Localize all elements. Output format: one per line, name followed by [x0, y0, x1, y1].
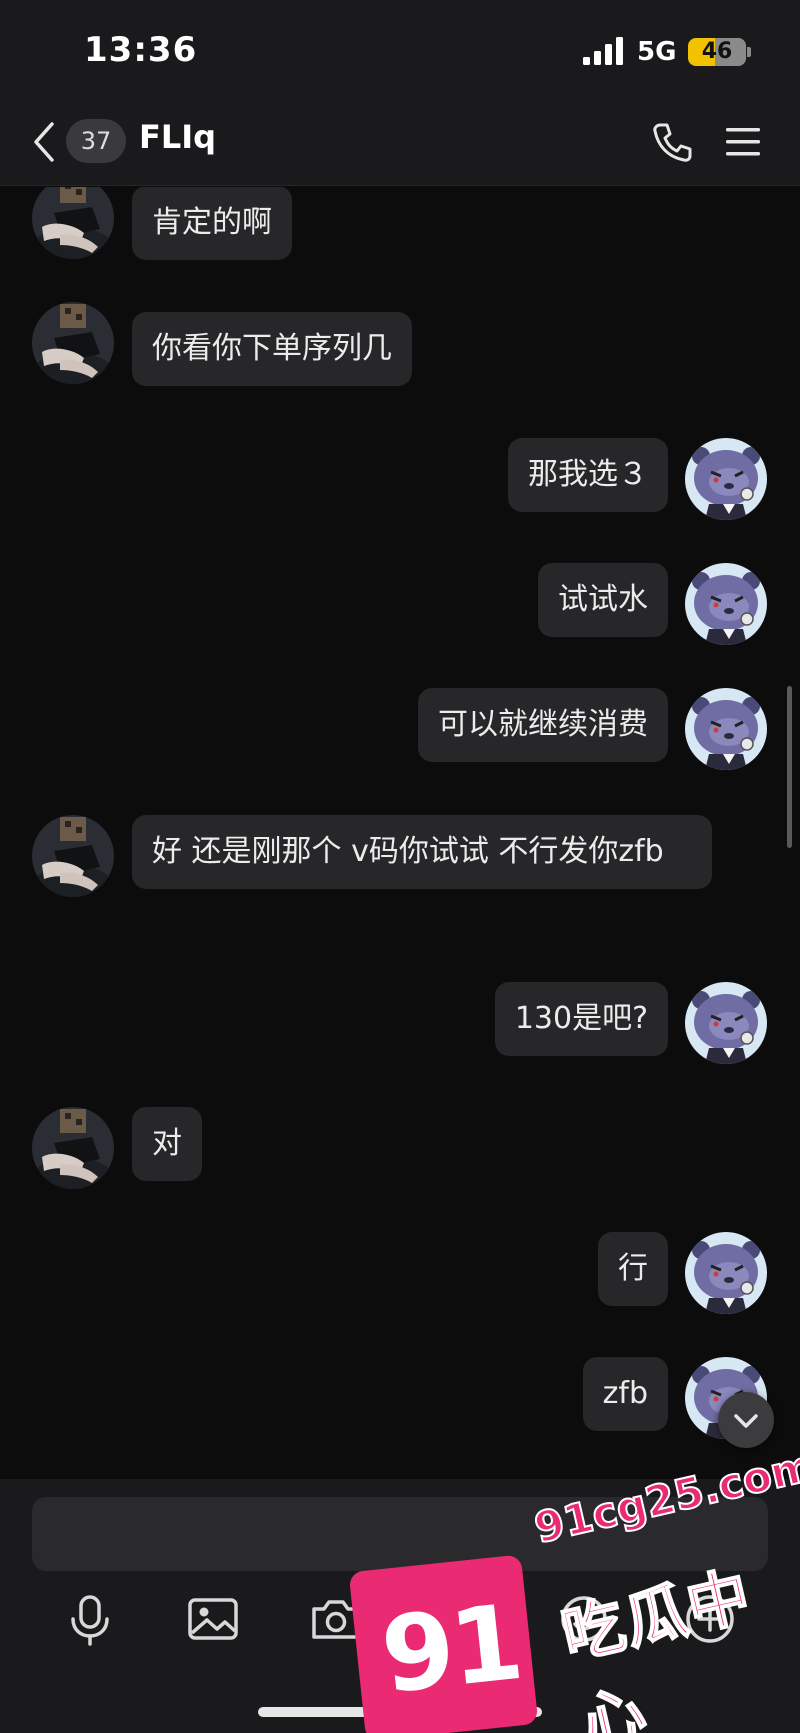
message-bubble-outgoing[interactable]: 可以就继续消费: [418, 688, 668, 762]
scroll-to-bottom-button[interactable]: [718, 1392, 774, 1448]
message-bubble-outgoing[interactable]: zfb: [582, 1357, 668, 1431]
message-bubble-outgoing[interactable]: 那我选３: [508, 438, 668, 512]
network-type: 5G: [637, 37, 677, 67]
contact-avatar[interactable]: [32, 1107, 114, 1189]
chevron-down-icon: [734, 1414, 758, 1428]
contact-avatar[interactable]: [32, 815, 114, 897]
image-icon[interactable]: [183, 1589, 243, 1649]
message-bubble-incoming[interactable]: 好 还是刚那个 v码你试试 不行发你zfb: [132, 815, 712, 889]
my-avatar[interactable]: [685, 982, 767, 1064]
message-list[interactable]: 肯定的啊 你看你下单序列几 那我选３ 试试水 可以就继续消费 好 还是刚那个 v…: [0, 187, 800, 1479]
status-time: 13:36: [84, 30, 198, 70]
chat-header: 37 FLIq: [0, 100, 800, 186]
message-bubble-incoming[interactable]: 对: [132, 1107, 202, 1181]
message-bubble-outgoing[interactable]: 130是吧?: [494, 982, 668, 1056]
battery-level: 46: [701, 39, 733, 64]
my-avatar[interactable]: [685, 688, 767, 770]
back-chevron-icon[interactable]: [30, 120, 58, 164]
message-bubble-incoming[interactable]: 你看你下单序列几: [132, 312, 412, 386]
scrollbar-thumb[interactable]: [787, 686, 792, 848]
message-bubble-outgoing[interactable]: 行: [598, 1232, 668, 1306]
status-bar: 13:36 5G 46: [0, 0, 800, 100]
battery-tip: [747, 47, 751, 57]
contact-avatar[interactable]: [32, 187, 114, 259]
signal-icon: [583, 37, 623, 65]
menu-icon[interactable]: [724, 124, 762, 160]
phone-call-icon[interactable]: [650, 120, 694, 164]
unread-count-badge[interactable]: 37: [66, 119, 126, 163]
my-avatar[interactable]: [685, 563, 767, 645]
microphone-icon[interactable]: [60, 1589, 120, 1649]
battery-icon: 46: [688, 38, 746, 66]
watermark-number: 91: [375, 1581, 525, 1717]
message-bubble-incoming[interactable]: 肯定的啊: [132, 187, 292, 260]
my-avatar[interactable]: [685, 438, 767, 520]
message-bubble-outgoing[interactable]: 试试水: [538, 563, 668, 637]
my-avatar[interactable]: [685, 1232, 767, 1314]
contact-avatar[interactable]: [32, 302, 114, 384]
contact-name[interactable]: FLIq: [139, 118, 216, 156]
